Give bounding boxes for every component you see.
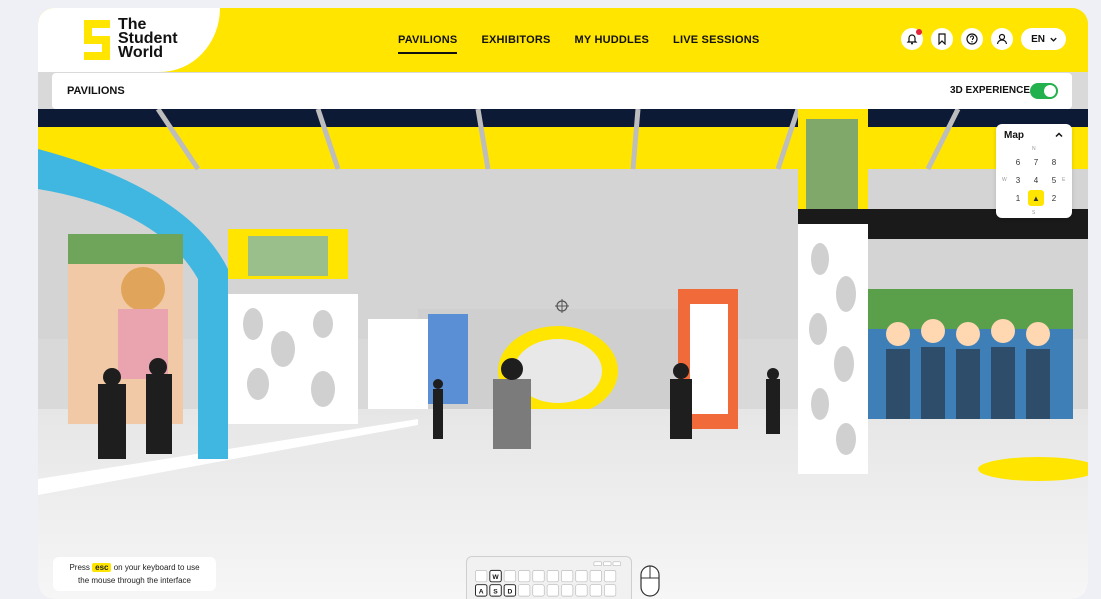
chevron-up-icon[interactable] bbox=[1054, 130, 1064, 140]
logo[interactable]: The Student World bbox=[38, 8, 220, 72]
logo-mark-icon bbox=[84, 20, 110, 60]
logo-line-3: World bbox=[118, 44, 164, 61]
3d-experience-label: 3D EXPERIENCE bbox=[949, 85, 1030, 96]
key-s: S bbox=[493, 588, 498, 595]
page-title: PAVILIONS bbox=[67, 85, 125, 97]
nav-my-huddles[interactable]: MY HUDDLES bbox=[575, 34, 650, 54]
nav-pavilions[interactable]: PAVILIONS bbox=[398, 34, 458, 54]
crosshair-icon bbox=[555, 299, 569, 313]
bookmark-icon bbox=[938, 33, 946, 45]
logo-text: The Student World bbox=[118, 17, 208, 61]
main-nav: PAVILIONS EXHIBITORS MY HUDDLES LIVE SES… bbox=[398, 34, 759, 54]
map-cell[interactable]: 3 bbox=[1010, 172, 1026, 188]
help-icon bbox=[966, 33, 978, 45]
map-cell[interactable]: 7 bbox=[1028, 154, 1044, 170]
app-frame: The Student World PAVILIONS EXHIBITORS M… bbox=[38, 8, 1088, 599]
bookmarks-button[interactable] bbox=[931, 28, 954, 50]
page-header-bar: PAVILIONS 3D EXPERIENCE bbox=[52, 73, 1072, 109]
map-cell[interactable]: 4 bbox=[1028, 172, 1044, 188]
map-cell[interactable]: 8 bbox=[1046, 154, 1062, 170]
map-cell[interactable]: 2 bbox=[1046, 190, 1062, 206]
language-label: EN bbox=[1031, 33, 1045, 45]
esc-key-badge: esc bbox=[92, 563, 112, 572]
map-cell[interactable]: 5 bbox=[1046, 172, 1062, 188]
map-cell[interactable]: 6 bbox=[1010, 154, 1026, 170]
minimap-panel: Map N S W E 6 7 8 3 4 5 1 ▲ 2 bbox=[996, 124, 1072, 218]
bell-icon bbox=[906, 34, 918, 45]
compass-west: W bbox=[1002, 177, 1007, 183]
language-selector[interactable]: EN bbox=[1021, 28, 1066, 50]
top-navigation-bar: The Student World PAVILIONS EXHIBITORS M… bbox=[38, 8, 1088, 72]
minimap-grid: 6 7 8 3 4 5 1 ▲ 2 bbox=[1010, 154, 1058, 208]
user-icon bbox=[996, 33, 1008, 45]
key-w: W bbox=[492, 574, 499, 581]
minimap-title: Map bbox=[1004, 130, 1024, 141]
profile-button[interactable] bbox=[991, 28, 1014, 50]
hint-prefix: Press bbox=[69, 563, 90, 572]
nav-live-sessions[interactable]: LIVE SESSIONS bbox=[673, 34, 759, 54]
notification-dot bbox=[916, 29, 923, 35]
current-location-marker[interactable]: ▲ bbox=[1028, 190, 1044, 206]
nav-exhibitors[interactable]: EXHIBITORS bbox=[481, 34, 550, 54]
notifications-button[interactable] bbox=[901, 28, 924, 50]
map-cell[interactable]: 1 bbox=[1010, 190, 1026, 206]
header-actions: EN bbox=[901, 28, 1066, 50]
help-button[interactable] bbox=[961, 28, 984, 50]
compass-north: N bbox=[1032, 146, 1036, 152]
keyboard-controls-icon: W A S D bbox=[466, 556, 632, 599]
esc-hint: Press esc on your keyboard to use the mo… bbox=[53, 557, 216, 591]
key-a: A bbox=[479, 588, 484, 595]
hint-line-2: the mouse through the interface bbox=[78, 576, 191, 585]
pavilion-3d-scene[interactable] bbox=[38, 109, 1088, 599]
3d-experience-toggle[interactable] bbox=[1030, 83, 1058, 99]
key-d: D bbox=[507, 588, 512, 595]
compass-east: E bbox=[1062, 177, 1066, 183]
chevron-down-icon bbox=[1050, 37, 1057, 42]
hint-suffix: on your keyboard to use bbox=[113, 563, 200, 572]
mouse-control-icon bbox=[640, 565, 660, 597]
compass-south: S bbox=[1032, 210, 1036, 216]
